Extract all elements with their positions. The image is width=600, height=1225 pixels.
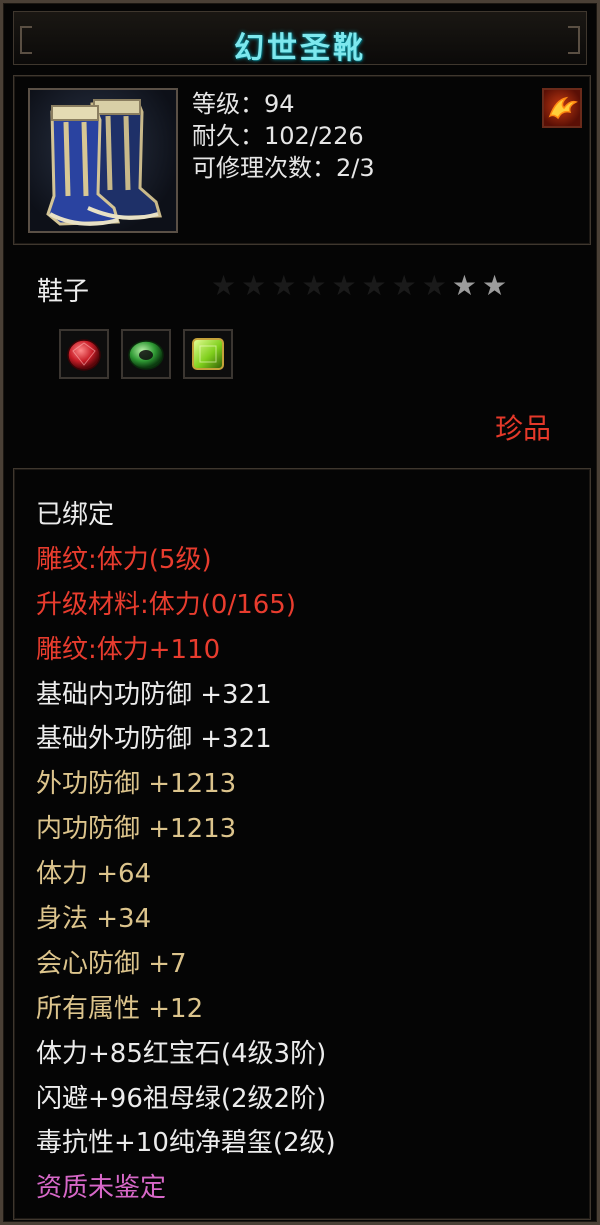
red-ruby-gem-icon <box>67 339 101 371</box>
star-icon: ★ <box>271 269 297 302</box>
star-icon: ★ <box>241 269 267 302</box>
attribute-line: 毒抗性+10纯净碧玺(2级) <box>36 1128 336 1159</box>
repair-count-stat: 可修理次数：2/3 <box>192 154 375 182</box>
flame-phoenix-badge-icon <box>542 88 582 128</box>
item-category: 鞋子 <box>37 277 90 307</box>
gem-socket[interactable] <box>121 329 171 379</box>
star-icon: ★ <box>481 269 508 302</box>
attribute-line: 外功防御 +1213 <box>36 769 237 800</box>
item-info-panel: 等级：94 耐久：102/226 可修理次数：2/3 <box>13 75 591 245</box>
star-icon: ★ <box>421 269 447 302</box>
attributes-panel: 已绑定 雕纹:体力(5级) 升级材料:体力(0/165) 雕纹:体力+110 基… <box>13 468 591 1220</box>
attribute-line: 内功防御 +1213 <box>36 814 237 845</box>
attribute-line: 升级材料:体力(0/165) <box>36 589 296 620</box>
title-bar: 幻世圣靴 <box>13 11 587 66</box>
star-icon: ★ <box>301 269 327 302</box>
rarity-label: 珍品 <box>494 412 551 445</box>
attribute-line: 体力 +64 <box>36 859 152 890</box>
level-stat: 等级：94 <box>192 90 295 118</box>
star-icon: ★ <box>361 269 387 302</box>
item-stats: 等级：94 耐久：102/226 可修理次数：2/3 <box>192 88 375 184</box>
attribute-line: 闪避+96祖母绿(2级2阶) <box>36 1083 327 1114</box>
star-icon: ★ <box>391 269 417 302</box>
green-jade-ring-icon <box>128 340 164 370</box>
attribute-line: 雕纹:体力+110 <box>36 634 221 665</box>
durability-stat: 耐久：102/226 <box>192 122 364 150</box>
attribute-list: 已绑定 雕纹:体力(5级) 升级材料:体力(0/165) 雕纹:体力+110 基… <box>36 493 336 1211</box>
gem-sockets <box>59 329 233 379</box>
attribute-line: 所有属性 +12 <box>36 993 204 1024</box>
star-icon: ★ <box>451 269 477 302</box>
gem-socket[interactable] <box>183 329 233 379</box>
green-square-gem-icon <box>192 338 224 370</box>
star-icon: ★ <box>211 269 237 302</box>
attribute-line: 资质未鉴定 <box>36 1173 167 1204</box>
item-title: 幻世圣靴 <box>234 31 366 66</box>
star-rating: ★ ★ ★ ★ ★ ★ ★ ★ ★ ★ <box>211 271 551 301</box>
attribute-line: 已绑定 <box>36 500 115 530</box>
star-icon: ★ <box>331 269 357 302</box>
item-tooltip: 幻世圣靴 等级：94 耐久：102/226 可修理次数：2/3 鞋子 ★ ★ ★… <box>0 0 600 1225</box>
attribute-line: 基础外功防御 +321 <box>36 724 272 755</box>
attribute-line: 体力+85红宝石(4级3阶) <box>36 1038 327 1069</box>
attribute-line: 会心防御 +7 <box>36 948 187 979</box>
blue-boots-icon <box>46 99 162 226</box>
item-icon-frame <box>28 88 178 233</box>
attribute-line: 雕纹:体力(5级) <box>36 544 212 575</box>
attribute-line: 基础内功防御 +321 <box>36 679 272 710</box>
attribute-line: 身法 +34 <box>36 904 152 935</box>
gem-socket[interactable] <box>59 329 109 379</box>
